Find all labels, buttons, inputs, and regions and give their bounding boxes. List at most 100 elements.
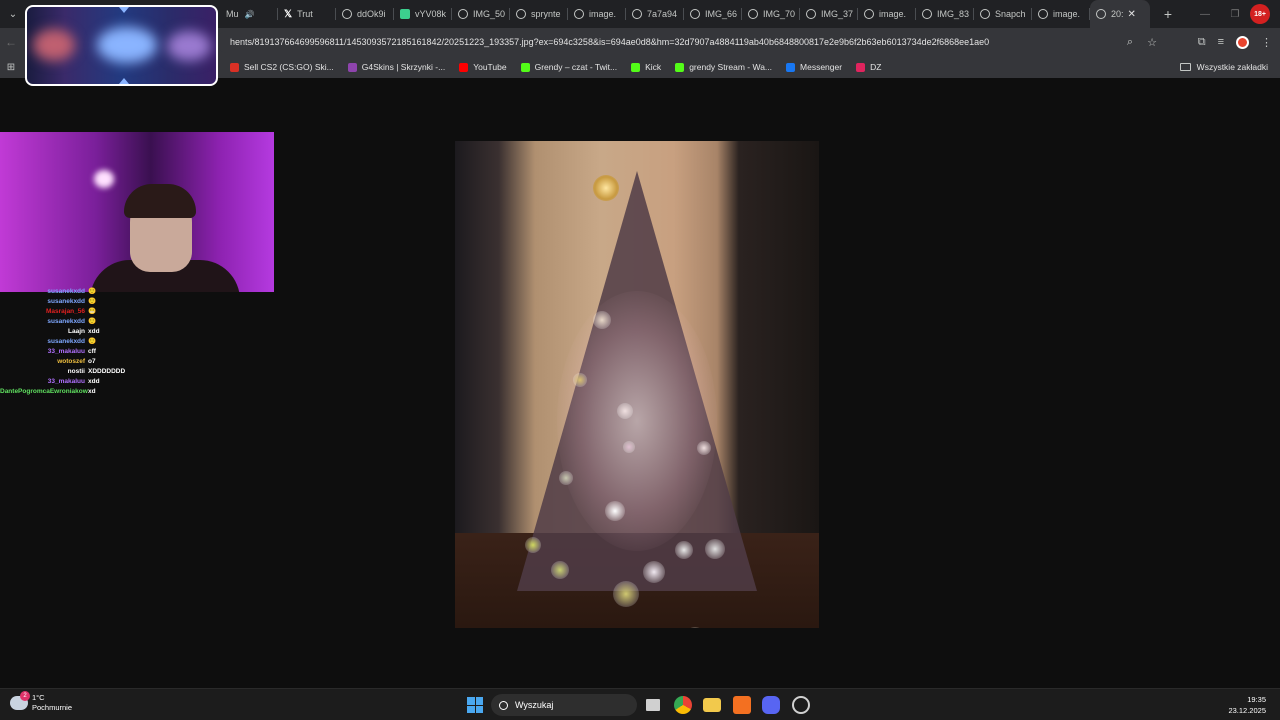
chrome-icon[interactable] — [674, 696, 692, 714]
chat-text: 😬 — [88, 308, 97, 315]
tab[interactable]: Mu 🔊 — [220, 0, 278, 28]
ornament — [551, 561, 569, 579]
tab[interactable]: image. — [568, 0, 626, 28]
extensions-icon[interactable]: ⧉ — [1198, 36, 1206, 49]
bookmark-item[interactable]: Messenger — [786, 62, 842, 72]
chat-text: 🙂 — [88, 288, 97, 295]
close-tab-icon[interactable]: ✕ — [1128, 9, 1136, 20]
bookmark-star-icon[interactable]: ☆ — [1146, 36, 1158, 49]
tab[interactable]: vYV08k — [394, 0, 452, 28]
chat-username: Laajn — [68, 327, 85, 335]
bookmark-item[interactable]: G4Skins | Skrzynki -... — [347, 62, 446, 72]
bookmark-item[interactable]: DZ — [856, 62, 881, 72]
clock-date: 23.12.2025 — [1228, 706, 1266, 715]
maximize-button[interactable]: ❐ — [1220, 9, 1250, 20]
taskbar-search[interactable]: Wyszukaj — [491, 694, 637, 716]
christmas-tree-photo[interactable] — [455, 141, 819, 628]
search-label: Wyszukaj — [515, 700, 554, 710]
file-explorer-icon[interactable] — [703, 698, 721, 712]
ornament — [705, 539, 725, 559]
chat-text: cff — [88, 347, 96, 355]
tab-label: image. — [879, 9, 907, 19]
tab[interactable]: ddOk9i — [336, 0, 394, 28]
bookmark-item[interactable]: YouTube — [459, 62, 507, 72]
minimize-button[interactable]: — — [1190, 9, 1220, 20]
ornament — [643, 561, 665, 583]
tab-active[interactable]: 20: ✕ — [1090, 0, 1150, 28]
media-control-icon[interactable]: ≡ — [1218, 36, 1224, 48]
bookmark-favicon-icon — [230, 62, 239, 72]
tab[interactable]: IMG_66 — [684, 0, 742, 28]
pip-blob — [97, 27, 157, 63]
tab[interactable]: image. — [858, 0, 916, 28]
pip-blob — [33, 29, 75, 61]
tab-label: Mu — [226, 9, 239, 19]
cloud-icon: 2 — [10, 691, 30, 710]
tab[interactable]: sprynte — [510, 0, 568, 28]
apps-grid-icon[interactable]: ⊞ — [0, 62, 22, 73]
globe-icon — [922, 9, 932, 19]
globe-icon — [342, 9, 352, 19]
system-clock[interactable]: 19:35 23.12.2025 — [1228, 694, 1266, 716]
menu-dots-icon[interactable]: ⋮ — [1261, 36, 1272, 49]
bookmark-favicon-icon — [520, 62, 530, 72]
speaker-icon[interactable]: 🔊 — [245, 10, 255, 19]
tab-label: IMG_37 — [821, 9, 854, 19]
tab[interactable]: IMG_50 — [452, 0, 510, 28]
chat-text: o7 — [88, 357, 96, 365]
weather-desc: Pochmurnie — [32, 703, 73, 712]
clock-time: 19:35 — [1247, 695, 1266, 704]
vlc-icon[interactable] — [733, 696, 751, 714]
ornament — [697, 441, 711, 455]
bookmark-label: G4Skins | Skrzynki -... — [361, 62, 446, 72]
bookmark-favicon-icon — [675, 62, 685, 72]
new-tab-button[interactable]: + — [1158, 6, 1178, 22]
chat-username: Masrajan_56 — [45, 307, 85, 315]
weather-widget[interactable]: 2 1°C Pochmurnie — [10, 691, 73, 713]
start-button[interactable] — [467, 697, 483, 713]
pip-blob — [167, 31, 211, 61]
tab-label: ddOk9i — [357, 9, 386, 19]
bookmark-item[interactable]: grendy Stream - Wa... — [675, 62, 772, 72]
tab[interactable]: Snapch — [974, 0, 1032, 28]
tab[interactable]: 7a7a94 — [626, 0, 684, 28]
chat-text: 🙂 — [88, 338, 97, 345]
task-view-icon[interactable] — [646, 699, 660, 711]
adult-badge-icon[interactable]: 18+ — [1250, 4, 1270, 24]
bookmark-item[interactable]: Grendy – czat - Twit... — [520, 62, 617, 72]
profile-avatar[interactable] — [1236, 35, 1249, 49]
globe-icon — [806, 9, 816, 19]
picture-in-picture-video[interactable] — [25, 5, 218, 86]
globe-icon — [632, 9, 642, 19]
discord-icon[interactable] — [762, 696, 780, 714]
pip-top-arrow-icon — [119, 7, 129, 13]
neon-light — [94, 170, 114, 188]
bookmark-item[interactable]: Kick — [631, 62, 661, 72]
all-bookmarks-label: Wszystkie zakładki — [1196, 62, 1268, 72]
address-bar[interactable]: hents/819137664699596811/145309357218516… — [216, 31, 1160, 53]
steam-icon[interactable] — [792, 696, 810, 714]
bookmark-label: Messenger — [800, 62, 843, 72]
tab-label: 7a7a94 — [647, 9, 678, 19]
chat-text: xdd — [88, 377, 100, 385]
tab-search-button[interactable]: ⌄ — [2, 3, 24, 25]
globe-icon — [458, 9, 468, 19]
back-button[interactable]: ← — [0, 35, 22, 49]
tab[interactable]: IMG_37 — [800, 0, 858, 28]
chat-username: wotoszef — [57, 357, 85, 365]
bookmark-item[interactable]: Sell CS2 (CS:GO) Ski... — [230, 62, 334, 72]
chat-message: susanekxdd 🙂 — [0, 286, 200, 296]
tab-label: image. — [589, 9, 617, 19]
globe-icon — [980, 9, 990, 19]
tab[interactable]: 𝕏 Trut — [278, 0, 336, 28]
zoom-icon[interactable]: ⌕ — [1124, 36, 1136, 49]
tab[interactable]: IMG_70 — [742, 0, 800, 28]
globe-icon — [690, 9, 700, 19]
ornament — [559, 471, 573, 485]
tab[interactable]: image. — [1032, 0, 1090, 28]
all-bookmarks-button[interactable]: Wszystkie zakładki — [1179, 56, 1268, 78]
chat-username: nostii — [67, 367, 85, 375]
globe-icon — [748, 9, 758, 19]
tab[interactable]: IMG_83 — [916, 0, 974, 28]
chat-message: 33_makaluu xdd — [0, 376, 200, 386]
